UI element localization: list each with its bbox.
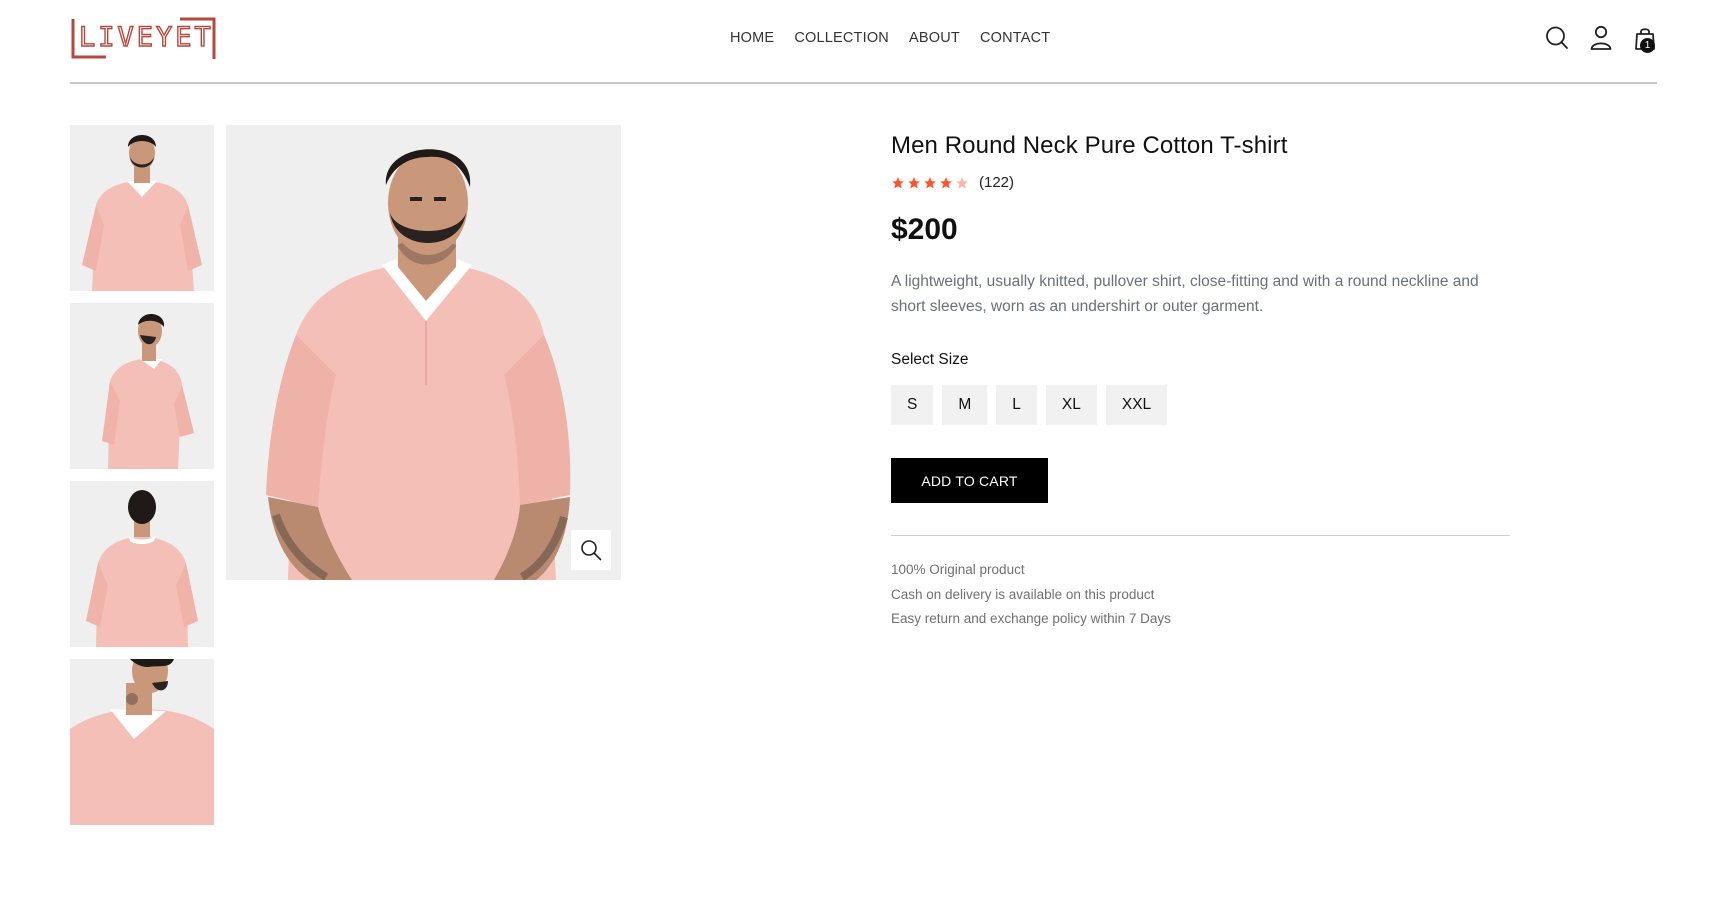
nav-about[interactable]: ABOUT	[909, 30, 960, 46]
nav-collection[interactable]: COLLECTION	[794, 30, 889, 46]
nav-contact[interactable]: CONTACT	[980, 30, 1050, 46]
search-icon[interactable]	[1545, 25, 1569, 51]
perk-item: Cash on delivery is available on this pr…	[891, 586, 1155, 602]
product-price: $200	[891, 213, 958, 246]
main-nav: HOME COLLECTION ABOUT CONTACT	[730, 30, 1050, 46]
star-icon	[924, 176, 936, 189]
thumbnail-list	[70, 125, 214, 837]
add-to-cart-button[interactable]: ADD TO CART	[891, 458, 1048, 503]
zoom-icon[interactable]	[571, 530, 611, 570]
profile-icon[interactable]	[1589, 25, 1613, 51]
site-header: LIVEYET HOME COLLECTION ABOUT CONTACT 1	[70, 0, 1657, 84]
size-option-s[interactable]: S	[891, 385, 934, 425]
star-rating	[891, 176, 969, 190]
star-icon	[908, 176, 920, 189]
divider	[891, 535, 1510, 536]
cart-count-badge: 1	[1640, 38, 1655, 53]
product-rating: (122)	[891, 174, 1511, 191]
size-option-m[interactable]: M	[942, 385, 988, 425]
size-option-xl[interactable]: XL	[1045, 385, 1097, 425]
brand-logo[interactable]: LIVEYET	[70, 15, 217, 61]
nav-home[interactable]: HOME	[730, 30, 774, 46]
perk-item: 100% Original product	[891, 562, 1025, 577]
product-description: A lightweight, usually knitted, pullover…	[891, 273, 1479, 315]
size-options: S M L XL XXL	[891, 385, 1511, 425]
size-label: Select Size	[891, 351, 969, 368]
product-perks: 100% Original product Cash on delivery i…	[891, 558, 1511, 632]
size-option-xxl[interactable]: XXL	[1105, 385, 1168, 425]
star-empty-icon	[956, 176, 968, 189]
size-option-l[interactable]: L	[996, 385, 1037, 425]
thumbnail-back[interactable]	[70, 481, 214, 647]
cart-icon[interactable]: 1	[1633, 25, 1657, 53]
thumbnail-side[interactable]	[70, 303, 214, 469]
star-icon	[892, 176, 904, 189]
review-count[interactable]: (122)	[979, 174, 1014, 191]
thumbnail-closeup[interactable]	[70, 659, 214, 825]
logo-text: LIVEYET	[78, 22, 214, 53]
main-product-image[interactable]	[226, 125, 621, 580]
star-icon	[940, 176, 952, 189]
product-title: Men Round Neck Pure Cotton T-shirt	[891, 132, 1288, 159]
thumbnail-front[interactable]	[70, 125, 214, 291]
product-info: Men Round Neck Pure Cotton T-shirt (122)…	[891, 132, 1511, 632]
perk-item: Easy return and exchange policy within 7…	[891, 611, 1171, 626]
header-actions: 1	[1545, 25, 1657, 53]
